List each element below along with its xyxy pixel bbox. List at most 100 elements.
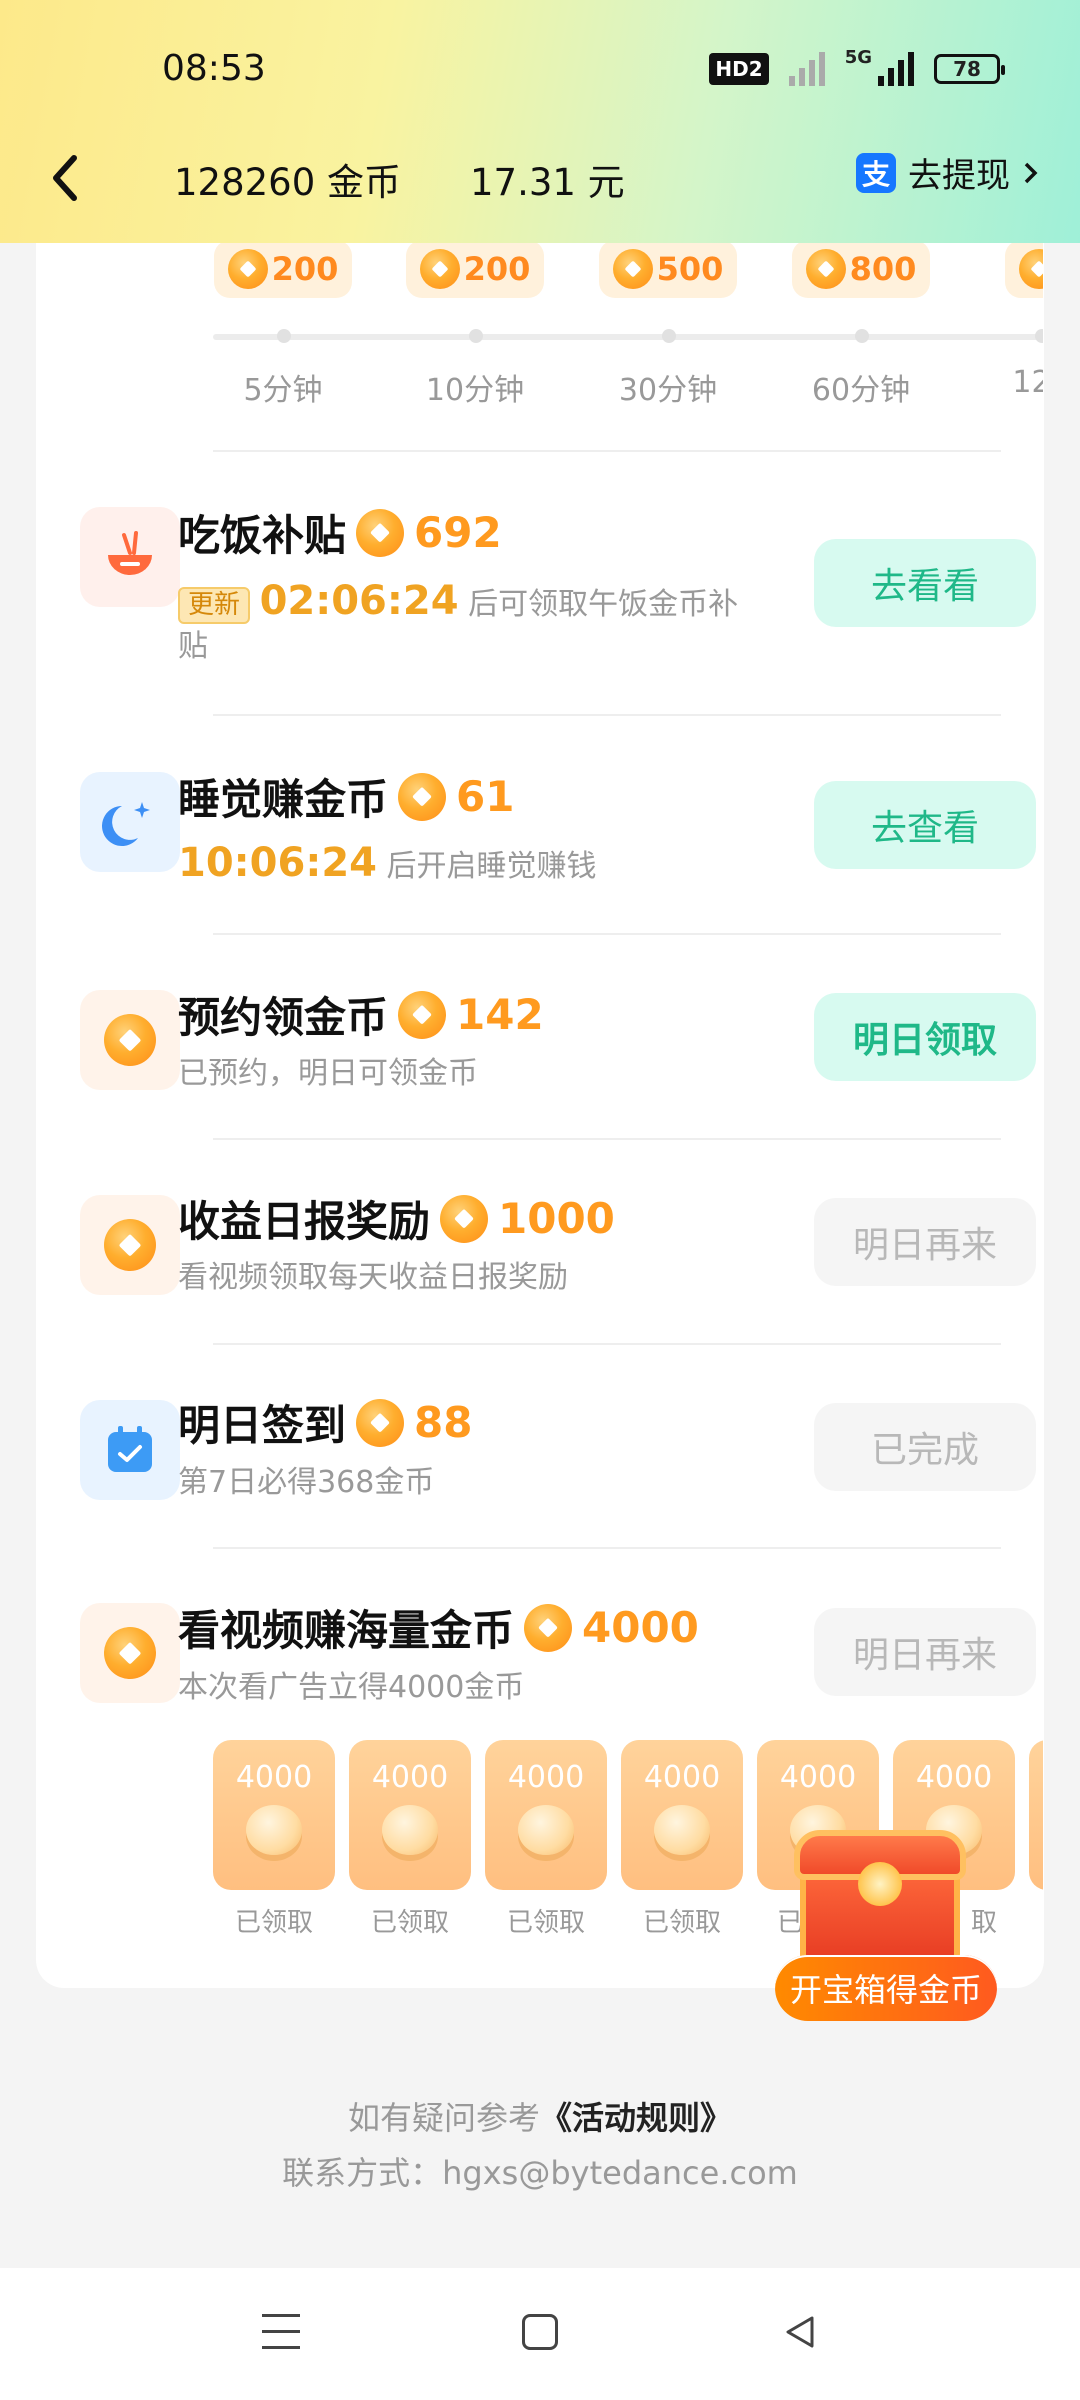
task-subtitle: 第7日必得368金币 — [178, 1465, 435, 1500]
back-arrow-icon[interactable] — [40, 148, 90, 208]
coin-balance: 128260 金币 — [174, 161, 402, 204]
come-tomorrow-button[interactable]: 明日再来 — [814, 1198, 1036, 1286]
video-reward-label: 已领取 — [234, 1908, 313, 1938]
video-reward-label: 已领取 — [370, 1908, 449, 1938]
video-reward-item[interactable]: 4000 已领取 — [621, 1740, 743, 1939]
network-type: 5G — [844, 46, 872, 68]
open-treasure-button[interactable]: 开宝箱得金币 — [775, 1955, 997, 2021]
timeline-dot — [662, 329, 676, 343]
menu-icon[interactable] — [262, 2314, 300, 2352]
rules-link[interactable]: 《活动规则》 — [540, 2099, 732, 2137]
task-title-text: 看视频赚海量金币 — [178, 1606, 515, 1655]
system-nav-bar — [0, 2268, 1080, 2400]
timeline-label: 5分钟 — [243, 373, 323, 408]
task-title: 睡觉赚金币 61 — [178, 766, 514, 827]
task-title-text: 明日签到 — [178, 1401, 347, 1450]
chevron-right-icon — [1024, 162, 1038, 183]
coin-icon — [419, 249, 460, 289]
claim-tomorrow-button[interactable]: 明日领取 — [814, 993, 1036, 1081]
task-subtitle: 本次看广告立得4000金币 — [178, 1670, 525, 1705]
coin-icon — [80, 1603, 180, 1703]
video-reward-item[interactable] — [1029, 1740, 1043, 1890]
coin-icon — [356, 1398, 405, 1447]
timeline-node[interactable]: 120 — [971, 240, 1043, 400]
video-reward-item[interactable]: 4000 已领取 — [349, 1740, 471, 1939]
coin-icon — [612, 249, 653, 289]
completed-button[interactable]: 已完成 — [814, 1403, 1036, 1491]
coin-icon — [356, 508, 405, 557]
video-reward-item[interactable]: 4000 已领取 — [485, 1740, 607, 1939]
header-area: 08:53 HD2 5G 78 128260 金币 17.31 元 支 去提现 — [0, 0, 1080, 243]
task-title-text: 预约领金币 — [178, 993, 389, 1042]
timeline-dot — [469, 329, 483, 343]
timeline-label: 10分钟 — [425, 373, 525, 408]
divider — [213, 1547, 1001, 1549]
divider — [213, 450, 1001, 452]
cash-balance: 17.31 元 — [470, 161, 625, 204]
signal-icon — [788, 52, 825, 86]
alipay-icon: 支 — [856, 152, 896, 193]
task-card — [36, 200, 1044, 1988]
coin-stack-icon — [518, 1805, 574, 1855]
video-reward-label: 已领取 — [642, 1908, 721, 1938]
video-reward-item[interactable]: 4000 已领取 — [213, 1740, 335, 1939]
task-reward: 1000 — [498, 1194, 615, 1243]
home-icon[interactable] — [522, 2314, 558, 2350]
timeline-track — [213, 334, 1043, 340]
video-reward-box: 4000 — [621, 1740, 743, 1890]
coin-icon — [524, 1603, 573, 1652]
coin-icon — [398, 772, 447, 821]
coin-icon — [440, 1194, 489, 1243]
timeline-node[interactable]: 800 60分钟 — [791, 240, 931, 408]
withdraw-link[interactable]: 支 去提现 — [856, 148, 1040, 197]
video-reward-box: 4000 — [485, 1740, 607, 1890]
task-reward: 4000 — [582, 1603, 699, 1652]
task-reward: 142 — [456, 990, 544, 1039]
timeline-reward: 200 — [405, 240, 545, 298]
timeline-node[interactable]: 200 5分钟 — [213, 240, 353, 408]
new-badge: 更新 — [178, 586, 251, 625]
timeline-node[interactable]: 500 30分钟 — [598, 240, 738, 408]
divider — [213, 1343, 1001, 1345]
task-reward: 61 — [456, 772, 515, 821]
video-reward-box: 4000 — [213, 1740, 335, 1890]
contact-info: 联系方式：hgxs@bytedance.com — [282, 2154, 798, 2192]
back-triangle-icon[interactable] — [780, 2312, 820, 2352]
status-bar: 08:53 HD2 5G 78 — [0, 0, 1080, 130]
divider — [213, 714, 1001, 716]
status-icons: HD2 5G 78 — [709, 47, 1005, 86]
divider — [213, 1138, 1001, 1140]
go-see-button[interactable]: 去看看 — [814, 539, 1036, 627]
treasure-chest-icon[interactable] — [790, 1830, 970, 1970]
timeline-reward: 200 — [213, 240, 353, 298]
coin-icon — [227, 249, 268, 289]
timeline-dot — [1035, 329, 1043, 343]
timeline-node[interactable]: 200 10分钟 — [405, 240, 545, 408]
battery-icon: 78 — [934, 54, 1005, 84]
timeline-dot — [855, 329, 869, 343]
task-subtitle: 更新 02:06:24 后可领取午饭金币补贴 — [178, 575, 758, 666]
check-sleep-button[interactable]: 去查看 — [814, 781, 1036, 869]
countdown: 02:06:24 — [259, 578, 459, 624]
hd-icon: HD2 — [709, 53, 769, 85]
task-title-text: 收益日报奖励 — [178, 1197, 431, 1246]
nav-bar: 128260 金币 17.31 元 支 去提现 — [0, 140, 1080, 214]
timeline-label: 120 — [1012, 365, 1043, 400]
come-tomorrow-button[interactable]: 明日再来 — [814, 1608, 1036, 1696]
coin-icon — [80, 1195, 180, 1295]
clock: 08:53 — [162, 48, 266, 89]
timeline-dot — [277, 329, 291, 343]
rules-hint-text: 如有疑问参考 — [347, 2099, 540, 2137]
coin-icon — [805, 249, 846, 289]
task-title: 收益日报奖励 1000 — [178, 1188, 615, 1249]
task-reward: 692 — [414, 508, 502, 557]
coin-stack-icon — [246, 1805, 302, 1855]
divider — [213, 933, 1001, 935]
coin-stack-icon — [654, 1805, 710, 1855]
timeline-reward — [1005, 240, 1043, 298]
withdraw-label: 去提现 — [908, 156, 1010, 196]
timeline-reward: 800 — [791, 240, 931, 298]
timeline-label: 60分钟 — [811, 373, 911, 408]
watch-time-timeline: 200 5分钟 200 10分钟 500 30分钟 800 60分钟 120 — [213, 240, 1043, 420]
coin-stack-icon — [382, 1805, 438, 1855]
